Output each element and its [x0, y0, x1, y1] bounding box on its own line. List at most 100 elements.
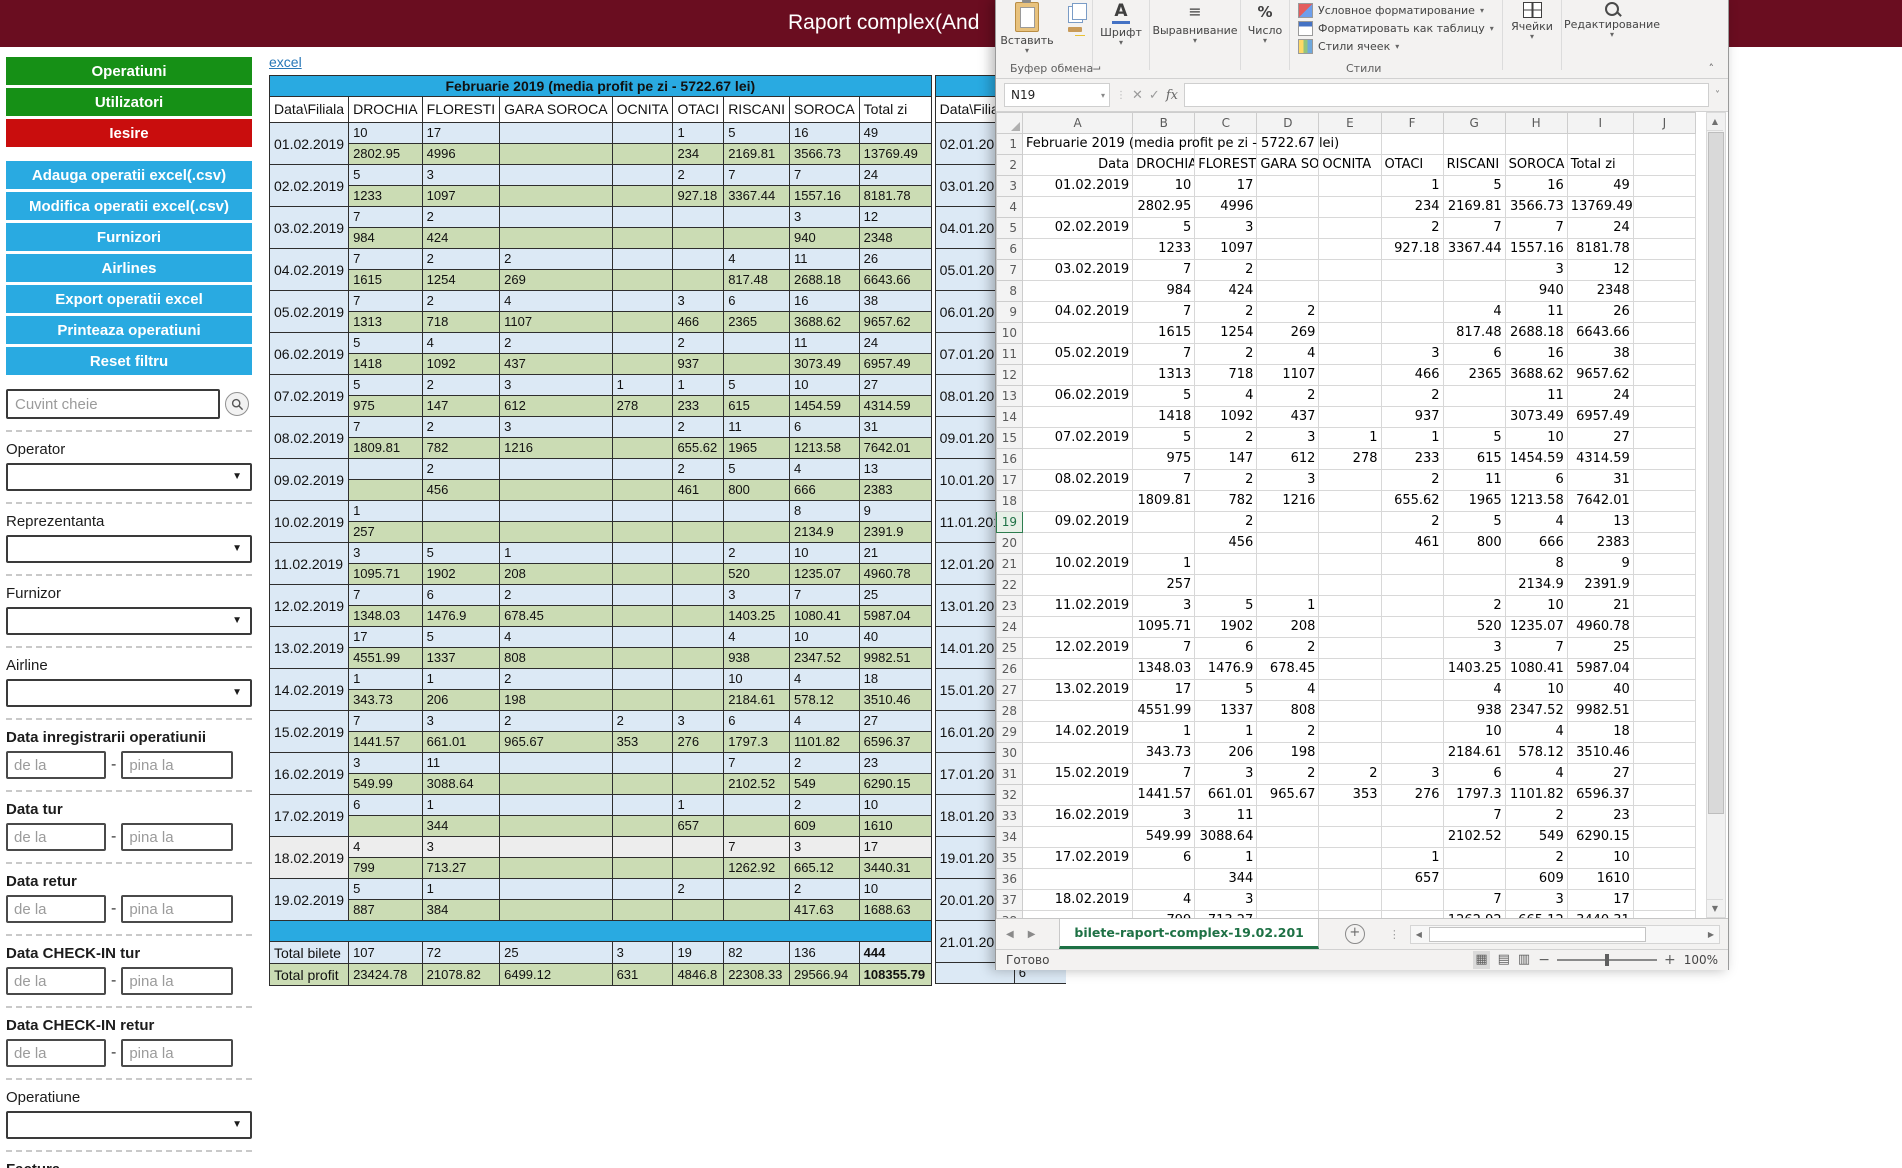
- cell-G9[interactable]: 4: [1443, 302, 1505, 323]
- cell-J27[interactable]: [1633, 680, 1695, 701]
- cell-B35[interactable]: 6: [1133, 848, 1195, 869]
- cell-A26[interactable]: [1023, 659, 1133, 680]
- sidebar-item-iesire[interactable]: Iesire: [6, 119, 252, 147]
- cell-D9[interactable]: 2: [1257, 302, 1319, 323]
- cell-F7[interactable]: [1381, 260, 1443, 281]
- row-header-23[interactable]: 23: [997, 596, 1023, 617]
- row-header-33[interactable]: 33: [997, 806, 1023, 827]
- cell-A10[interactable]: [1023, 323, 1133, 344]
- cell-B18[interactable]: 1809.81: [1133, 491, 1195, 512]
- row-header-35[interactable]: 35: [997, 848, 1023, 869]
- cell-H3[interactable]: 16: [1505, 176, 1567, 197]
- cell-E4[interactable]: [1319, 197, 1381, 218]
- filter-select-furnizor[interactable]: ▼: [6, 607, 252, 635]
- cell-F25[interactable]: [1381, 638, 1443, 659]
- cell-F14[interactable]: 937: [1381, 407, 1443, 428]
- cell-C7[interactable]: 2: [1195, 260, 1257, 281]
- vertical-scrollbar-thumb[interactable]: [1708, 132, 1724, 814]
- formula-input[interactable]: [1184, 83, 1709, 107]
- cell-H27[interactable]: 10: [1505, 680, 1567, 701]
- cell-D19[interactable]: [1257, 512, 1319, 533]
- cell-E7[interactable]: [1319, 260, 1381, 281]
- cell-C32[interactable]: 661.01: [1195, 785, 1257, 806]
- cell-I27[interactable]: 40: [1567, 680, 1633, 701]
- cell-F27[interactable]: [1381, 680, 1443, 701]
- cell-H25[interactable]: 7: [1505, 638, 1567, 659]
- date-from-input[interactable]: [6, 1039, 106, 1067]
- cell-A4[interactable]: [1023, 197, 1133, 218]
- cell-A34[interactable]: [1023, 827, 1133, 848]
- cell-E33[interactable]: [1319, 806, 1381, 827]
- row-header-12[interactable]: 12: [997, 365, 1023, 386]
- cell-G18[interactable]: 1965: [1443, 491, 1505, 512]
- cell-E26[interactable]: [1319, 659, 1381, 680]
- cell-B36[interactable]: [1133, 869, 1195, 890]
- cell-B22[interactable]: 257: [1133, 575, 1195, 596]
- cell-F19[interactable]: 2: [1381, 512, 1443, 533]
- date-from-input[interactable]: [6, 967, 106, 995]
- cell-C30[interactable]: 206: [1195, 743, 1257, 764]
- cell-G28[interactable]: 938: [1443, 701, 1505, 722]
- cell-B19[interactable]: [1133, 512, 1195, 533]
- cell-C11[interactable]: 2: [1195, 344, 1257, 365]
- cell-E21[interactable]: [1319, 554, 1381, 575]
- number-group-button[interactable]: % Число ▾: [1241, 0, 1289, 45]
- row-header-30[interactable]: 30: [997, 743, 1023, 764]
- filter-select-airline[interactable]: ▼: [6, 679, 252, 707]
- cell-F16[interactable]: 233: [1381, 449, 1443, 470]
- cell-I30[interactable]: 3510.46: [1567, 743, 1633, 764]
- font-group-button[interactable]: А Шрифт ▾: [1093, 0, 1149, 47]
- insert-function-icon[interactable]: fx: [1166, 88, 1178, 103]
- row-header-26[interactable]: 26: [997, 659, 1023, 680]
- cell-B37[interactable]: 4: [1133, 890, 1195, 911]
- cell-B8[interactable]: 984: [1133, 281, 1195, 302]
- cell-G1[interactable]: [1443, 134, 1505, 155]
- cell-J23[interactable]: [1633, 596, 1695, 617]
- cell-C36[interactable]: 344: [1195, 869, 1257, 890]
- cell-C12[interactable]: 718: [1195, 365, 1257, 386]
- cell-B25[interactable]: 7: [1133, 638, 1195, 659]
- cell-A14[interactable]: [1023, 407, 1133, 428]
- cell-H34[interactable]: 549: [1505, 827, 1567, 848]
- cell-G32[interactable]: 1797.3: [1443, 785, 1505, 806]
- cell-C17[interactable]: 2: [1195, 470, 1257, 491]
- cell-F8[interactable]: [1381, 281, 1443, 302]
- cell-A7[interactable]: 03.02.2019: [1023, 260, 1133, 281]
- cell-A15[interactable]: 07.02.2019: [1023, 428, 1133, 449]
- cell-I1[interactable]: [1567, 134, 1633, 155]
- cell-I17[interactable]: 31: [1567, 470, 1633, 491]
- cell-J36[interactable]: [1633, 869, 1695, 890]
- cell-I23[interactable]: 21: [1567, 596, 1633, 617]
- cell-I35[interactable]: 10: [1567, 848, 1633, 869]
- cell-F36[interactable]: 657: [1381, 869, 1443, 890]
- cell-G34[interactable]: 2102.52: [1443, 827, 1505, 848]
- conditional-formatting-button[interactable]: Условное форматирование ▾: [1298, 3, 1484, 18]
- cell-F10[interactable]: [1381, 323, 1443, 344]
- date-from-input[interactable]: [6, 751, 106, 779]
- cell-I16[interactable]: 4314.59: [1567, 449, 1633, 470]
- cell-G29[interactable]: 10: [1443, 722, 1505, 743]
- cell-I14[interactable]: 6957.49: [1567, 407, 1633, 428]
- cell-J12[interactable]: [1633, 365, 1695, 386]
- cell-H10[interactable]: 2688.18: [1505, 323, 1567, 344]
- cell-I12[interactable]: 9657.62: [1567, 365, 1633, 386]
- cell-J1[interactable]: [1633, 134, 1695, 155]
- cell-J32[interactable]: [1633, 785, 1695, 806]
- cell-B24[interactable]: 1095.71: [1133, 617, 1195, 638]
- date-from-input[interactable]: [6, 895, 106, 923]
- cell-D27[interactable]: 4: [1257, 680, 1319, 701]
- cell-C3[interactable]: 17: [1195, 176, 1257, 197]
- cell-G13[interactable]: [1443, 386, 1505, 407]
- cell-D32[interactable]: 965.67: [1257, 785, 1319, 806]
- search-input[interactable]: [6, 389, 220, 419]
- cell-C38[interactable]: 713.27: [1195, 911, 1257, 919]
- page-layout-view-icon[interactable]: ▤: [1498, 951, 1510, 969]
- cell-B28[interactable]: 4551.99: [1133, 701, 1195, 722]
- cell-F13[interactable]: 2: [1381, 386, 1443, 407]
- cell-J35[interactable]: [1633, 848, 1695, 869]
- cell-A16[interactable]: [1023, 449, 1133, 470]
- cell-B9[interactable]: 7: [1133, 302, 1195, 323]
- cell-I6[interactable]: 8181.78: [1567, 239, 1633, 260]
- cell-B13[interactable]: 5: [1133, 386, 1195, 407]
- cell-I22[interactable]: 2391.9: [1567, 575, 1633, 596]
